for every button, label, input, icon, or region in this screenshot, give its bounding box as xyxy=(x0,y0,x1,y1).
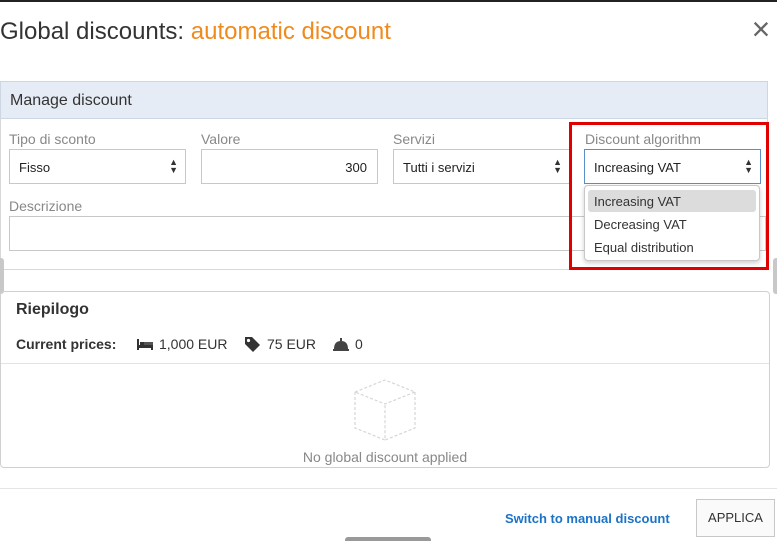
select-arrows-icon: ▲ ▼ xyxy=(169,157,178,175)
left-scroll-handle[interactable] xyxy=(0,258,4,294)
right-scroll-handle[interactable] xyxy=(773,258,777,294)
title-accent: automatic discount xyxy=(190,18,391,45)
servizi-value: Tutti i servizi xyxy=(403,160,475,175)
manage-discount-header: Manage discount xyxy=(0,81,768,119)
dialog-title: Global discounts: automatic discount xyxy=(0,18,391,46)
services-count: 0 xyxy=(355,336,363,352)
tipo-label: Tipo di sconto xyxy=(9,131,96,147)
servizi-label: Servizi xyxy=(393,131,436,147)
empty-state-text: No global discount applied xyxy=(302,449,468,465)
valore-value: 300 xyxy=(345,160,367,175)
summary-title: Riepilogo xyxy=(16,301,89,318)
close-icon[interactable]: × xyxy=(748,13,774,45)
current-prices-label: Current prices: xyxy=(16,336,117,352)
apply-button[interactable]: APPLICA xyxy=(696,499,775,537)
tag-icon xyxy=(245,337,260,352)
valore-label: Valore xyxy=(201,131,241,147)
bed-icon xyxy=(137,339,153,350)
extras-price: 75 EUR xyxy=(267,336,317,352)
manage-discount-title: Manage discount xyxy=(10,92,132,109)
top-border xyxy=(0,0,777,2)
empty-box-icon xyxy=(353,379,417,441)
select-arrows-icon: ▲ ▼ xyxy=(553,157,562,175)
descrizione-label: Descrizione xyxy=(9,198,83,214)
switch-manual-link[interactable]: Switch to manual discount xyxy=(505,511,670,526)
service-bell-icon xyxy=(333,338,349,351)
room-price: 1,000 EUR xyxy=(159,336,228,352)
tipo-value: Fisso xyxy=(19,160,51,175)
tipo-select[interactable]: Fisso ▲ ▼ xyxy=(9,149,186,184)
summary-panel: Riepilogo Current prices: 1,000 EUR 75 E… xyxy=(0,291,770,468)
summary-divider xyxy=(1,363,769,364)
footer-divider xyxy=(0,488,777,489)
servizi-select[interactable]: Tutti i servizi ▲ ▼ xyxy=(393,149,570,184)
bottom-scroll-handle[interactable] xyxy=(345,537,431,541)
valore-input[interactable]: 300 xyxy=(201,149,378,184)
title-prefix: Global discounts: xyxy=(0,18,185,45)
highlight-box xyxy=(569,122,769,270)
